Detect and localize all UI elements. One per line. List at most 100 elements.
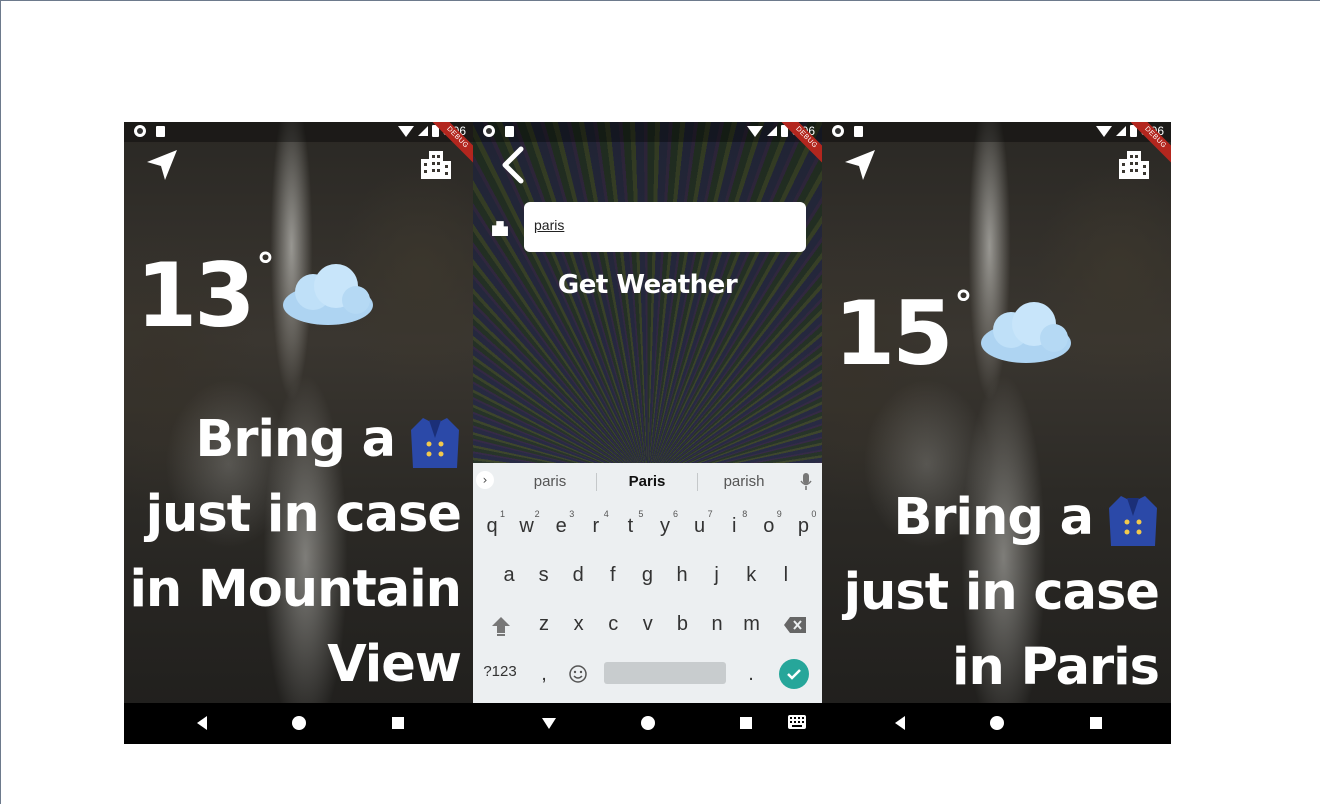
signal-icon — [766, 126, 777, 136]
microphone-icon[interactable] — [800, 473, 812, 491]
home-nav-icon[interactable] — [640, 715, 656, 731]
backspace-icon[interactable] — [783, 616, 807, 634]
key-hint-8: 8 — [742, 509, 748, 519]
key-x[interactable]: x — [564, 613, 594, 636]
space-key[interactable] — [604, 662, 726, 684]
degree-symbol: ° — [954, 284, 973, 325]
chevron-left-icon[interactable] — [499, 146, 525, 184]
status-bar: 6:06 — [124, 122, 473, 142]
hide-keyboard-icon[interactable] — [541, 715, 557, 731]
get-weather-button[interactable]: Get Weather — [473, 270, 822, 300]
status-bar: 6:06 — [473, 122, 822, 142]
soft-keyboard: › paris Paris parish q1w2e3r4t5y6u7i8o9p… — [473, 463, 822, 703]
symbols-key[interactable]: ?123 — [480, 663, 520, 680]
key-hint-6: 6 — [673, 509, 679, 519]
recents-nav-icon[interactable] — [738, 715, 754, 731]
period-key[interactable]: . — [736, 663, 766, 686]
message-line-2: just in case — [145, 485, 462, 544]
back-nav-icon[interactable] — [194, 715, 210, 731]
message-line-3: in Paris — [952, 638, 1160, 697]
wifi-icon — [397, 125, 414, 137]
home-nav-icon[interactable] — [989, 715, 1005, 731]
recents-nav-icon[interactable] — [1088, 715, 1104, 731]
message-line-4: View — [327, 635, 462, 694]
android-nav-bar — [473, 703, 822, 744]
key-m[interactable]: m — [737, 613, 767, 636]
temperature-display: 13 ° — [136, 244, 378, 347]
key-hint-9: 9 — [776, 509, 782, 519]
suggestion-2[interactable]: Paris — [607, 473, 687, 490]
temperature-display: 15 ° — [834, 282, 1076, 385]
cloud-icon — [283, 264, 374, 325]
key-hint-3: 3 — [569, 509, 575, 519]
sd-card-icon — [505, 125, 514, 137]
chevron-right-icon[interactable]: › — [476, 471, 494, 489]
home-nav-icon[interactable] — [291, 715, 307, 731]
key-v[interactable]: v — [633, 613, 663, 636]
message-line-3: in Mountain — [129, 560, 462, 619]
enter-key[interactable] — [779, 659, 809, 689]
navigation-arrow-icon[interactable] — [842, 147, 878, 183]
coat-icon — [411, 418, 459, 468]
city-search-screen: 6:06 DEBUG Get Weather › paris Paris par… — [473, 122, 822, 744]
key-hint-7: 7 — [707, 509, 713, 519]
android-nav-bar — [822, 703, 1171, 744]
recents-nav-icon[interactable] — [390, 715, 406, 731]
key-h[interactable]: h — [667, 564, 697, 587]
temperature-value: 13 — [136, 244, 255, 347]
weather-screen-mountain-view: 6:06 DEBUG 13 ° Bring a just in case in … — [124, 122, 473, 744]
sd-card-icon — [854, 125, 863, 137]
city-search-field[interactable] — [524, 202, 806, 252]
message-line-2: just in case — [843, 563, 1160, 622]
key-hint-0: 0 — [811, 509, 817, 519]
shift-icon[interactable] — [490, 615, 512, 637]
suggestion-1[interactable]: paris — [510, 473, 590, 490]
android-nav-bar — [124, 703, 473, 744]
degree-symbol: ° — [256, 246, 275, 287]
key-s[interactable]: s — [529, 564, 559, 587]
navigation-arrow-icon[interactable] — [144, 147, 180, 183]
comma-key[interactable]: , — [529, 663, 559, 686]
city-buildings-icon — [492, 221, 508, 236]
status-bar: 6:06 — [822, 122, 1171, 142]
notification-icon — [134, 125, 146, 137]
key-f[interactable]: f — [598, 564, 628, 587]
key-n[interactable]: n — [702, 613, 732, 636]
cloud-icon — [981, 302, 1072, 363]
city-buildings-icon[interactable] — [1117, 147, 1151, 181]
notification-icon — [832, 125, 844, 137]
temperature-value: 15 — [834, 282, 953, 385]
key-j[interactable]: j — [702, 564, 732, 587]
clothing-message: Bring a just in case in Mountain View — [129, 402, 462, 702]
weather-screen-paris: 6:06 DEBUG 15 ° Bring a just in case in … — [822, 122, 1171, 744]
key-hint-5: 5 — [638, 509, 644, 519]
checkmark-icon — [787, 669, 801, 680]
key-hint-1: 1 — [500, 509, 506, 519]
suggestion-bar: › paris Paris parish — [473, 463, 822, 501]
emoji-icon[interactable] — [568, 664, 588, 684]
city-search-input[interactable] — [534, 217, 784, 233]
wifi-icon — [746, 125, 763, 137]
key-l[interactable]: l — [771, 564, 801, 587]
signal-icon — [1115, 126, 1126, 136]
signal-icon — [417, 126, 428, 136]
key-hint-4: 4 — [603, 509, 609, 519]
notification-icon — [483, 125, 495, 137]
coat-icon — [1109, 496, 1157, 546]
clothing-message: Bring a just in case in Paris — [843, 480, 1160, 705]
key-hint-2: 2 — [534, 509, 540, 519]
suggestion-divider — [596, 473, 597, 491]
keyboard-switch-icon[interactable] — [788, 715, 806, 729]
suggestion-3[interactable]: parish — [704, 473, 784, 490]
message-line-1: Bring a — [195, 410, 396, 469]
key-k[interactable]: k — [736, 564, 766, 587]
city-buildings-icon[interactable] — [419, 147, 453, 181]
key-d[interactable]: d — [563, 564, 593, 587]
back-nav-icon[interactable] — [892, 715, 908, 731]
key-a[interactable]: a — [494, 564, 524, 587]
key-g[interactable]: g — [632, 564, 662, 587]
key-b[interactable]: b — [667, 613, 697, 636]
key-z[interactable]: z — [529, 613, 559, 636]
key-c[interactable]: c — [598, 613, 628, 636]
sd-card-icon — [156, 125, 165, 137]
